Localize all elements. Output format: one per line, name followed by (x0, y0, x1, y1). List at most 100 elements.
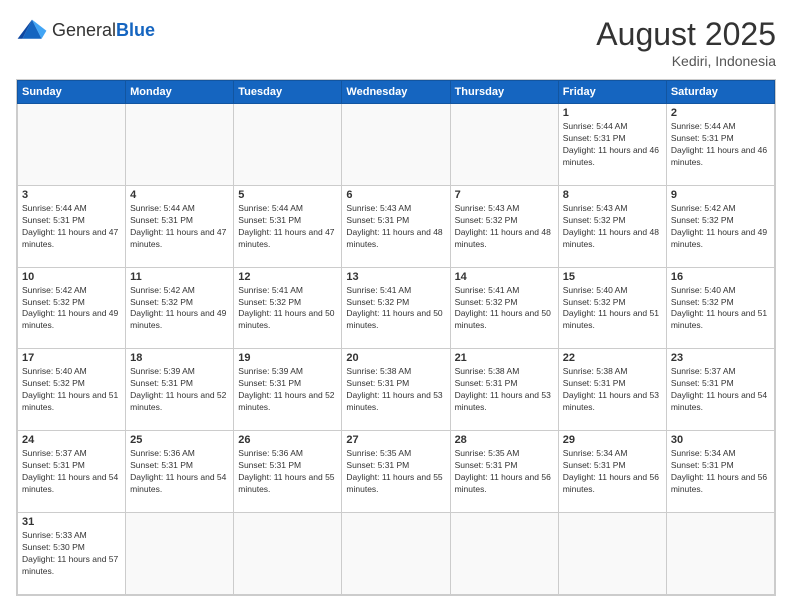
day-number: 21 (455, 352, 554, 364)
day-cell: 2 Sunrise: 5:44 AM Sunset: 5:31 PM Daylig… (666, 104, 774, 186)
day-cell (666, 513, 774, 595)
day-info: Sunrise: 5:41 AM Sunset: 5:32 PM Dayligh… (346, 285, 445, 333)
day-info: Sunrise: 5:42 AM Sunset: 5:32 PM Dayligh… (22, 285, 121, 333)
day-info: Sunrise: 5:38 AM Sunset: 5:31 PM Dayligh… (563, 366, 662, 414)
day-cell: 23 Sunrise: 5:37 AM Sunset: 5:31 PM Dayli… (666, 349, 774, 431)
day-cell: 8 Sunrise: 5:43 AM Sunset: 5:32 PM Daylig… (558, 185, 666, 267)
day-cell: 10 Sunrise: 5:42 AM Sunset: 5:32 PM Dayli… (18, 267, 126, 349)
day-info: Sunrise: 5:35 AM Sunset: 5:31 PM Dayligh… (346, 448, 445, 496)
weekday-header-tuesday: Tuesday (234, 81, 342, 104)
day-number: 29 (563, 434, 662, 446)
day-cell: 27 Sunrise: 5:35 AM Sunset: 5:31 PM Dayli… (342, 431, 450, 513)
calendar-body: 1Sunrise: 5:44 AM Sunset: 5:31 PM Daylig… (18, 104, 775, 595)
day-cell (450, 104, 558, 186)
day-cell: 1Sunrise: 5:44 AM Sunset: 5:31 PM Daylig… (558, 104, 666, 186)
day-cell: 3 Sunrise: 5:44 AM Sunset: 5:31 PM Daylig… (18, 185, 126, 267)
day-cell (126, 104, 234, 186)
day-number: 11 (130, 271, 229, 283)
day-number: 10 (22, 271, 121, 283)
day-info: Sunrise: 5:41 AM Sunset: 5:32 PM Dayligh… (238, 285, 337, 333)
day-cell: 19Sunrise: 5:39 AM Sunset: 5:31 PM Dayli… (234, 349, 342, 431)
weekday-header-sunday: Sunday (18, 81, 126, 104)
day-number: 4 (130, 189, 229, 201)
day-info: Sunrise: 5:44 AM Sunset: 5:31 PM Dayligh… (22, 203, 121, 251)
day-number: 12 (238, 271, 337, 283)
day-number: 31 (22, 516, 121, 528)
day-cell (234, 104, 342, 186)
day-info: Sunrise: 5:43 AM Sunset: 5:32 PM Dayligh… (563, 203, 662, 251)
day-number: 17 (22, 352, 121, 364)
day-cell (126, 513, 234, 595)
day-cell (342, 513, 450, 595)
day-number: 6 (346, 189, 445, 201)
day-number: 13 (346, 271, 445, 283)
day-number: 15 (563, 271, 662, 283)
day-cell (18, 104, 126, 186)
day-cell: 4 Sunrise: 5:44 AM Sunset: 5:31 PM Daylig… (126, 185, 234, 267)
day-info: Sunrise: 5:40 AM Sunset: 5:32 PM Dayligh… (22, 366, 121, 414)
day-info: Sunrise: 5:35 AM Sunset: 5:31 PM Dayligh… (455, 448, 554, 496)
logo-icon (16, 16, 48, 44)
day-info: Sunrise: 5:39 AM Sunset: 5:31 PM Dayligh… (238, 366, 337, 414)
day-info: Sunrise: 5:38 AM Sunset: 5:31 PM Dayligh… (455, 366, 554, 414)
day-number: 3 (22, 189, 121, 201)
title-block: August 2025 Kediri, Indonesia (596, 16, 776, 69)
calendar-header: SundayMondayTuesdayWednesdayThursdayFrid… (18, 81, 775, 104)
day-cell: 20Sunrise: 5:38 AM Sunset: 5:31 PM Dayli… (342, 349, 450, 431)
day-number: 20 (346, 352, 445, 364)
logo-blue: Blue (116, 20, 155, 40)
weekday-header-friday: Friday (558, 81, 666, 104)
day-cell: 16Sunrise: 5:40 AM Sunset: 5:32 PM Dayli… (666, 267, 774, 349)
day-number: 7 (455, 189, 554, 201)
logo-text: GeneralBlue (52, 21, 155, 39)
day-cell (342, 104, 450, 186)
day-info: Sunrise: 5:44 AM Sunset: 5:31 PM Dayligh… (130, 203, 229, 251)
week-row-5: 31Sunrise: 5:33 AM Sunset: 5:30 PM Dayli… (18, 513, 775, 595)
day-info: Sunrise: 5:41 AM Sunset: 5:32 PM Dayligh… (455, 285, 554, 333)
day-info: Sunrise: 5:42 AM Sunset: 5:32 PM Dayligh… (130, 285, 229, 333)
day-number: 22 (563, 352, 662, 364)
day-cell: 17 Sunrise: 5:40 AM Sunset: 5:32 PM Dayli… (18, 349, 126, 431)
location: Kediri, Indonesia (596, 53, 776, 69)
day-cell: 11 Sunrise: 5:42 AM Sunset: 5:32 PM Dayli… (126, 267, 234, 349)
day-info: Sunrise: 5:37 AM Sunset: 5:31 PM Dayligh… (22, 448, 121, 496)
day-number: 8 (563, 189, 662, 201)
day-number: 25 (130, 434, 229, 446)
week-row-3: 17 Sunrise: 5:40 AM Sunset: 5:32 PM Dayli… (18, 349, 775, 431)
day-info: Sunrise: 5:44 AM Sunset: 5:31 PM Dayligh… (671, 121, 770, 169)
day-number: 2 (671, 107, 770, 119)
day-info: Sunrise: 5:34 AM Sunset: 5:31 PM Dayligh… (671, 448, 770, 496)
day-number: 18 (130, 352, 229, 364)
day-cell: 28Sunrise: 5:35 AM Sunset: 5:31 PM Dayli… (450, 431, 558, 513)
day-cell: 14 Sunrise: 5:41 AM Sunset: 5:32 PM Dayli… (450, 267, 558, 349)
day-cell: 25 Sunrise: 5:36 AM Sunset: 5:31 PM Dayli… (126, 431, 234, 513)
week-row-2: 10 Sunrise: 5:42 AM Sunset: 5:32 PM Dayli… (18, 267, 775, 349)
day-info: Sunrise: 5:36 AM Sunset: 5:31 PM Dayligh… (238, 448, 337, 496)
day-info: Sunrise: 5:36 AM Sunset: 5:31 PM Dayligh… (130, 448, 229, 496)
day-cell (558, 513, 666, 595)
day-info: Sunrise: 5:37 AM Sunset: 5:31 PM Dayligh… (671, 366, 770, 414)
weekday-header-saturday: Saturday (666, 81, 774, 104)
day-number: 16 (671, 271, 770, 283)
day-cell: 29Sunrise: 5:34 AM Sunset: 5:31 PM Dayli… (558, 431, 666, 513)
day-info: Sunrise: 5:44 AM Sunset: 5:31 PM Dayligh… (563, 121, 662, 169)
day-number: 24 (22, 434, 121, 446)
week-row-1: 3 Sunrise: 5:44 AM Sunset: 5:31 PM Daylig… (18, 185, 775, 267)
day-number: 23 (671, 352, 770, 364)
day-cell: 26Sunrise: 5:36 AM Sunset: 5:31 PM Dayli… (234, 431, 342, 513)
calendar: SundayMondayTuesdayWednesdayThursdayFrid… (16, 79, 776, 596)
month-year: August 2025 (596, 16, 776, 53)
day-number: 27 (346, 434, 445, 446)
weekday-header-thursday: Thursday (450, 81, 558, 104)
day-cell: 5Sunrise: 5:44 AM Sunset: 5:31 PM Daylig… (234, 185, 342, 267)
day-cell: 13 Sunrise: 5:41 AM Sunset: 5:32 PM Dayli… (342, 267, 450, 349)
weekday-header-wednesday: Wednesday (342, 81, 450, 104)
day-info: Sunrise: 5:43 AM Sunset: 5:31 PM Dayligh… (346, 203, 445, 251)
day-cell (234, 513, 342, 595)
day-number: 14 (455, 271, 554, 283)
logo-general: General (52, 20, 116, 40)
day-info: Sunrise: 5:43 AM Sunset: 5:32 PM Dayligh… (455, 203, 554, 251)
day-cell: 15Sunrise: 5:40 AM Sunset: 5:32 PM Dayli… (558, 267, 666, 349)
day-cell: 12 Sunrise: 5:41 AM Sunset: 5:32 PM Dayli… (234, 267, 342, 349)
day-number: 5 (238, 189, 337, 201)
